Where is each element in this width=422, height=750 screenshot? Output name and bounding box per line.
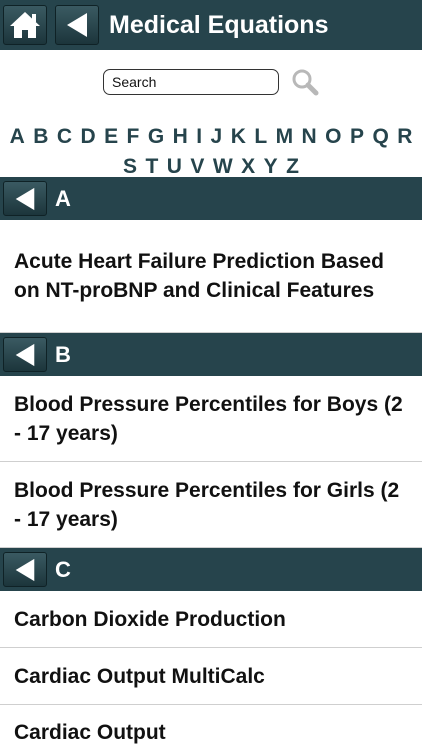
alpha-letter-m[interactable]: M bbox=[276, 123, 294, 151]
section-collapse-button[interactable] bbox=[3, 181, 47, 216]
list-item[interactable]: Acute Heart Failure Prediction Based on … bbox=[0, 220, 422, 333]
back-button[interactable] bbox=[55, 5, 99, 45]
alpha-letter-o[interactable]: O bbox=[325, 123, 341, 151]
alpha-letter-t[interactable]: T bbox=[146, 153, 159, 181]
list-item-label: Cardiac Output MultiCalc bbox=[14, 664, 265, 688]
back-arrow-icon bbox=[15, 343, 35, 366]
alpha-letter-f[interactable]: F bbox=[127, 123, 140, 151]
alpha-letter-l[interactable]: L bbox=[254, 123, 267, 151]
alpha-letter-b[interactable]: B bbox=[33, 123, 48, 151]
home-icon bbox=[10, 12, 40, 38]
alpha-letter-q[interactable]: Q bbox=[372, 123, 388, 151]
alpha-letter-r[interactable]: R bbox=[397, 123, 412, 151]
list-item-label: Carbon Dioxide Production bbox=[14, 607, 286, 631]
list-item[interactable]: Blood Pressure Percentiles for Girls (2 … bbox=[0, 462, 422, 548]
alpha-letter-e[interactable]: E bbox=[104, 123, 118, 151]
list-item-label: Acute Heart Failure Prediction Based on … bbox=[14, 250, 384, 302]
back-arrow-icon bbox=[15, 558, 35, 581]
section-header-b: B bbox=[0, 333, 422, 376]
home-button[interactable] bbox=[3, 5, 47, 45]
alpha-letter-k[interactable]: K bbox=[231, 123, 246, 151]
alpha-letter-n[interactable]: N bbox=[302, 123, 317, 151]
search-bar bbox=[0, 50, 422, 114]
top-nav-bar: Medical Equations bbox=[0, 0, 422, 50]
alpha-letter-y[interactable]: Y bbox=[264, 153, 278, 181]
list-item[interactable]: Blood Pressure Percentiles for Boys (2 -… bbox=[0, 376, 422, 462]
back-arrow-icon bbox=[15, 187, 35, 210]
section-header-c: C bbox=[0, 548, 422, 591]
section-collapse-button[interactable] bbox=[3, 552, 47, 587]
alpha-letter-d[interactable]: D bbox=[80, 123, 95, 151]
magnifier-icon[interactable] bbox=[291, 68, 319, 96]
list-item[interactable]: Cardiac Output bbox=[0, 705, 422, 745]
alpha-letter-c[interactable]: C bbox=[57, 123, 72, 151]
list-item[interactable]: Carbon Dioxide Production bbox=[0, 591, 422, 648]
list-item-label: Blood Pressure Percentiles for Girls (2 … bbox=[14, 478, 400, 531]
alpha-letter-v[interactable]: V bbox=[190, 153, 204, 181]
section-collapse-button[interactable] bbox=[3, 337, 47, 372]
list-item-label: Cardiac Output bbox=[14, 721, 166, 744]
alpha-letter-i[interactable]: I bbox=[196, 123, 202, 151]
alphabet-index: A B C D E F G H I J K L M N O P Q R S T … bbox=[0, 114, 422, 178]
alpha-letter-u[interactable]: U bbox=[167, 153, 182, 181]
section-header-a: A bbox=[0, 177, 422, 220]
list-item[interactable]: Cardiac Output MultiCalc bbox=[0, 648, 422, 705]
search-input[interactable] bbox=[103, 69, 279, 95]
section-letter: C bbox=[55, 556, 71, 582]
alpha-letter-p[interactable]: P bbox=[350, 123, 364, 151]
alpha-letter-a[interactable]: A bbox=[10, 123, 25, 151]
alpha-letter-g[interactable]: G bbox=[148, 123, 164, 151]
section-letter: B bbox=[55, 341, 71, 367]
section-letter: A bbox=[55, 185, 71, 211]
alpha-letter-w[interactable]: W bbox=[213, 153, 233, 181]
page-title: Medical Equations bbox=[109, 10, 329, 39]
back-arrow-icon bbox=[67, 13, 87, 37]
alpha-letter-x[interactable]: X bbox=[241, 153, 255, 181]
alpha-letter-h[interactable]: H bbox=[173, 123, 188, 151]
alpha-letter-j[interactable]: J bbox=[211, 123, 223, 151]
alpha-letter-s[interactable]: S bbox=[123, 153, 137, 181]
list-item-label: Blood Pressure Percentiles for Boys (2 -… bbox=[14, 392, 403, 445]
alpha-letter-z[interactable]: Z bbox=[286, 153, 299, 181]
